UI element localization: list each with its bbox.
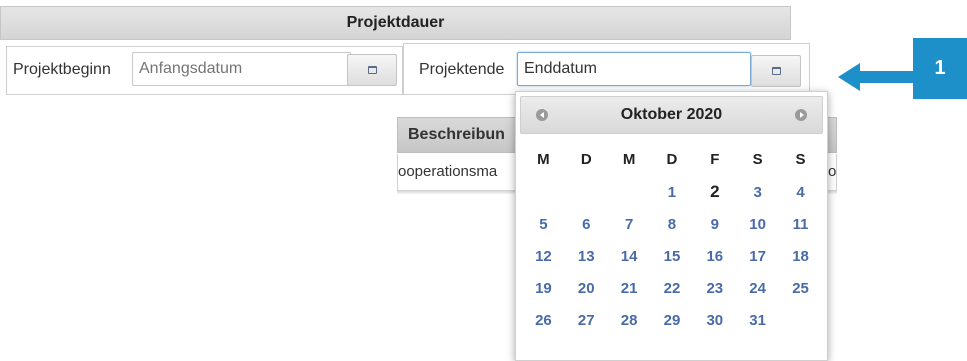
calendar-day-cell[interactable]: 29 <box>651 304 694 336</box>
calendar-day-cell[interactable]: 27 <box>565 304 608 336</box>
datepicker-calendar-grid: M D M D F S S 1 2 3 4 5 6 7 8 9 10 11 12 13 14 15 16 17 1… <box>522 142 822 336</box>
calendar-day-number: 1 <box>667 183 677 201</box>
calendar-day-number: 25 <box>792 279 809 297</box>
calendar-week-row: 19 20 21 22 23 24 25 <box>522 272 822 304</box>
project-start-label: Projektbeginn <box>13 61 111 78</box>
project-start-input[interactable] <box>132 52 351 86</box>
step-number-badge: 1 <box>913 38 967 99</box>
calendar-day-number: 29 <box>663 311 681 329</box>
calendar-day-cell[interactable]: 20 <box>565 272 608 304</box>
weekday-label: M <box>622 150 636 168</box>
calendar-day-cell[interactable]: 31 <box>736 304 779 336</box>
datepicker-popup: Oktober 2020 M D M D F S S 1 2 3 4 5 6 7 8 9 10 11… <box>515 91 828 361</box>
weekday-label: D <box>666 150 678 168</box>
calendar-day-number: 24 <box>749 279 766 297</box>
weekday-header-row: M D M D F S S <box>522 142 822 176</box>
arrow-left-icon <box>838 63 914 91</box>
calendar-day-cell[interactable]: 24 <box>736 272 779 304</box>
calendar-day-cell[interactable]: 18 <box>779 240 822 272</box>
chevron-right-icon[interactable] <box>795 109 807 121</box>
calendar-day-number: 18 <box>792 247 809 265</box>
weekday-label: D <box>580 150 592 168</box>
description-row-right-text: o <box>828 163 837 180</box>
calendar-day-number: 6 <box>582 215 591 233</box>
calendar-day-number: 23 <box>706 279 724 297</box>
calendar-day-number: 30 <box>706 311 724 329</box>
weekday-label: F <box>710 150 720 168</box>
calendar-day-number: 14 <box>620 247 638 265</box>
calendar-day-cell[interactable]: 11 <box>779 208 822 240</box>
calendar-day-cell[interactable]: 7 <box>608 208 651 240</box>
calendar-day-number: 3 <box>753 183 762 201</box>
calendar-day-cell[interactable]: 3 <box>736 176 779 208</box>
calendar-day-cell[interactable]: 15 <box>651 240 694 272</box>
calendar-empty-cell <box>608 176 651 208</box>
project-end-row: Projektende Enddatum <box>403 43 810 95</box>
calendar-day-cell[interactable]: 28 <box>608 304 651 336</box>
calendar-day-number: 7 <box>624 215 634 233</box>
calendar-day-number: 27 <box>577 311 595 329</box>
calendar-day-number: 11 <box>792 215 809 233</box>
project-start-row: Projektbeginn <box>6 46 403 95</box>
calendar-day-number: 19 <box>535 279 552 297</box>
calendar-empty-cell <box>565 176 608 208</box>
calendar-day-number: 12 <box>535 247 552 265</box>
calendar-day-cell[interactable]: 14 <box>608 240 651 272</box>
calendar-day-cell[interactable]: 5 <box>522 208 565 240</box>
calendar-icon <box>771 67 781 75</box>
description-row-text: ooperationsma <box>398 163 498 180</box>
calendar-day-number: 22 <box>663 279 681 297</box>
weekday-label: M <box>537 150 550 168</box>
calendar-day-number: 21 <box>620 279 638 297</box>
calendar-day-cell[interactable]: 13 <box>565 240 608 272</box>
calendar-day-number: 2 <box>710 182 720 201</box>
calendar-empty-cell <box>522 176 565 208</box>
calendar-day-number: 26 <box>535 311 552 329</box>
weekday-label: S <box>752 150 763 168</box>
calendar-day-number: 20 <box>577 279 595 297</box>
calendar-day-cell[interactable]: 6 <box>565 208 608 240</box>
calendar-icon <box>367 66 377 74</box>
calendar-week-row: 5 6 7 8 9 10 11 <box>522 208 822 240</box>
calendar-day-cell[interactable]: 1 <box>651 176 694 208</box>
calendar-day-cell[interactable]: 2 <box>693 176 736 208</box>
datepicker-header: Oktober 2020 <box>520 96 823 134</box>
calendar-day-cell[interactable]: 26 <box>522 304 565 336</box>
calendar-day-cell[interactable]: 22 <box>651 272 694 304</box>
calendar-day-cell[interactable]: 21 <box>608 272 651 304</box>
calendar-day-cell[interactable]: 17 <box>736 240 779 272</box>
calendar-day-cell[interactable]: 12 <box>522 240 565 272</box>
calendar-week-row: 1 2 3 4 <box>522 176 822 208</box>
calendar-day-number: 13 <box>577 247 595 265</box>
datepicker-month-title: Oktober 2020 <box>620 106 723 123</box>
calendar-day-cell[interactable]: 4 <box>779 176 822 208</box>
calendar-week-row: 12 13 14 15 16 17 18 <box>522 240 822 272</box>
calendar-day-number: 17 <box>749 247 766 265</box>
weekday-label: S <box>795 150 806 168</box>
project-end-input[interactable]: Enddatum <box>517 52 751 86</box>
calendar-day-cell[interactable]: 25 <box>779 272 822 304</box>
calendar-empty-cell <box>779 304 822 336</box>
calendar-day-number: 9 <box>710 215 719 233</box>
calendar-day-cell[interactable]: 23 <box>693 272 736 304</box>
calendar-day-cell[interactable]: 8 <box>651 208 694 240</box>
calendar-day-number: 16 <box>706 247 724 265</box>
section-header-projektdauer: Projektdauer <box>0 6 791 40</box>
calendar-day-number: 4 <box>796 183 805 201</box>
calendar-day-cell[interactable]: 9 <box>693 208 736 240</box>
project-end-calendar-button[interactable] <box>751 55 801 87</box>
calendar-day-number: 31 <box>749 311 766 329</box>
calendar-day-cell[interactable]: 10 <box>736 208 779 240</box>
calendar-day-number: 15 <box>663 247 681 265</box>
calendar-day-number: 5 <box>539 215 548 233</box>
calendar-week-row: 26 27 28 29 30 31 <box>522 304 822 336</box>
calendar-day-number: 10 <box>749 215 766 233</box>
project-end-label: Projektende <box>419 61 505 78</box>
calendar-day-number: 8 <box>667 215 677 233</box>
calendar-day-cell[interactable]: 19 <box>522 272 565 304</box>
calendar-day-cell[interactable]: 30 <box>693 304 736 336</box>
project-start-calendar-button[interactable] <box>347 54 397 86</box>
calendar-day-number: 28 <box>620 311 638 329</box>
calendar-day-cell[interactable]: 16 <box>693 240 736 272</box>
